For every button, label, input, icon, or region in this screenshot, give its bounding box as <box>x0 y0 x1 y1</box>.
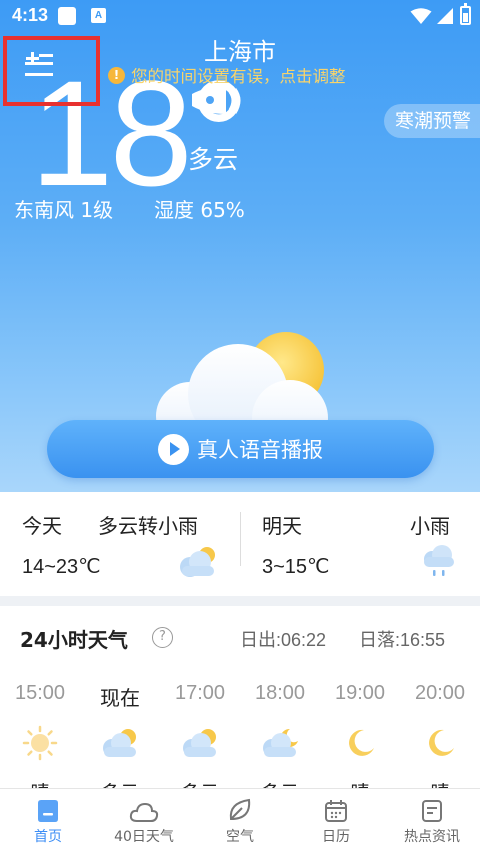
humidity-info: 湿度 65% <box>154 198 245 222</box>
moon-icon <box>349 729 374 756</box>
hour-time: 18:00 <box>254 682 306 704</box>
tab-home[interactable]: 首页 <box>0 789 96 852</box>
cold-wave-warning-badge[interactable]: 寒潮预警 <box>384 104 480 138</box>
hour-item[interactable]: 19:00 晴 <box>320 682 400 789</box>
menu-list-icon <box>25 52 53 76</box>
wind-info: 东南风 1级 <box>14 198 114 222</box>
partly-cloudy-icon <box>180 547 215 577</box>
sunrise-time: 日出:06:22 <box>240 630 327 650</box>
moon-icon <box>429 729 454 756</box>
tab-40-day-weather[interactable]: 40日天气 <box>96 789 192 852</box>
tab-air[interactable]: 空气 <box>192 789 288 852</box>
tab-label: 日历 <box>322 829 350 845</box>
time-setting-notice[interactable]: ! 您的时间设置有误，点击调整 <box>108 64 346 86</box>
bottom-tab-bar: 首页 40日天气 空气 日历 热点资讯 <box>0 788 480 852</box>
hour-item[interactable]: 现在 多云 <box>80 682 160 789</box>
home-icon <box>38 800 58 822</box>
forecast-divider <box>240 512 241 566</box>
tomorrow-label: 明天 <box>262 514 302 538</box>
play-icon <box>158 433 189 465</box>
today-label: 今天 <box>22 514 62 538</box>
voice-broadcast-button[interactable]: 真人语音播报 <box>47 420 434 478</box>
tab-calendar[interactable]: 日历 <box>288 789 384 852</box>
tab-hot-news[interactable]: 热点资讯 <box>384 789 480 852</box>
hourly-title: 24小时天气 <box>20 628 128 652</box>
calendar-icon <box>325 800 347 822</box>
tomorrow-condition: 小雨 <box>410 514 450 538</box>
sunset-time: 日落:16:55 <box>359 630 446 650</box>
hourly-forecast: 24小时天气 ? 日出:06:22 日落:16:55 15:00 晴 现在 <box>0 606 480 789</box>
current-condition: 多云 <box>188 145 239 174</box>
tomorrow-temperature: 3~15℃ <box>262 556 330 578</box>
battery-icon <box>460 3 471 25</box>
today-temperature: 14~23℃ <box>22 556 101 578</box>
notification-square-icon <box>58 7 76 25</box>
today-condition: 多云转小雨 <box>98 514 198 538</box>
signal-icon <box>437 8 453 24</box>
tab-label: 首页 <box>34 829 62 845</box>
news-icon <box>422 800 442 822</box>
speaker-icon[interactable] <box>186 84 242 118</box>
hour-item[interactable]: 20:00 晴 <box>400 682 480 789</box>
hour-time: 20:00 <box>414 682 466 704</box>
hour-time: 17:00 <box>174 682 226 704</box>
weather-hero: 4:13 A 上海市 18° ! 您的时间设置有误，点击调整 多云 寒潮预警 东… <box>0 0 480 492</box>
hour-time: 现在 <box>100 688 140 710</box>
hour-time: 19:00 <box>334 682 386 704</box>
warning-icon: ! <box>108 66 125 84</box>
hour-item[interactable]: 15:00 晴 <box>0 682 80 789</box>
tab-label: 40日天气 <box>114 829 174 845</box>
menu-button[interactable] <box>3 36 100 106</box>
status-bar: 4:13 A <box>0 0 480 32</box>
partly-cloudy-icon <box>183 729 216 757</box>
leaf-icon <box>229 798 251 821</box>
hour-item[interactable]: 18:00 多云 <box>240 682 320 789</box>
two-day-forecast: 今天 多云转小雨 14~23℃ 明天 小雨 3~15℃ <box>0 492 480 596</box>
cloud-icon <box>129 802 159 822</box>
voice-broadcast-label: 真人语音播报 <box>197 438 323 462</box>
wifi-icon <box>410 8 432 24</box>
partly-cloudy-illustration <box>156 332 328 430</box>
tab-label: 空气 <box>226 829 254 845</box>
sun-icon <box>22 725 58 761</box>
a-notification-icon: A <box>91 8 106 23</box>
help-icon[interactable]: ? <box>152 627 173 648</box>
partly-cloudy-night-icon <box>263 728 298 757</box>
status-time: 4:13 <box>12 5 49 25</box>
tab-label: 热点资讯 <box>404 829 460 845</box>
light-rain-icon <box>424 545 454 576</box>
partly-cloudy-icon <box>103 729 136 757</box>
hour-item[interactable]: 17:00 多云 <box>160 682 240 789</box>
hour-time: 15:00 <box>14 682 66 704</box>
